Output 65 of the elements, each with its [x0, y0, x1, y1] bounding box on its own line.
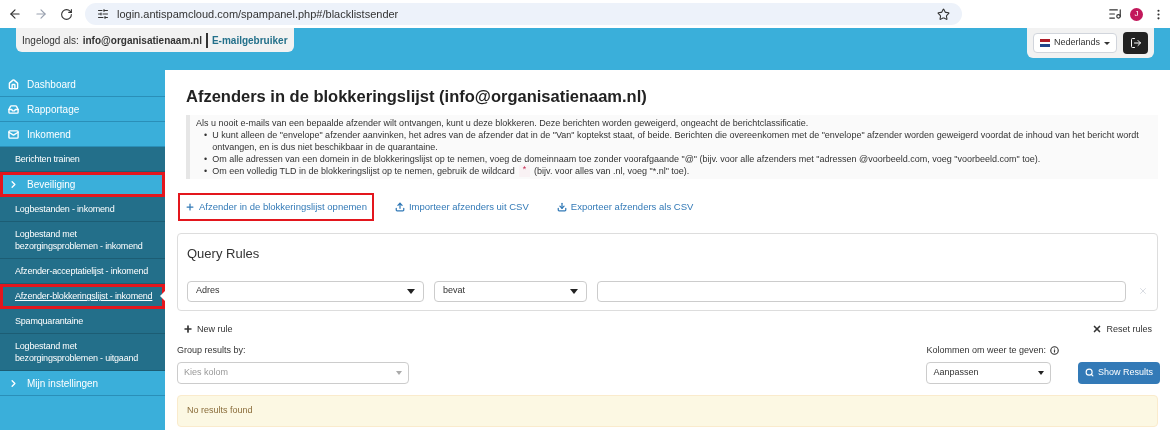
logout-button[interactable] [1123, 32, 1148, 54]
sidebar-item[interactable]: Afzender-acceptatielijst - inkomend [0, 259, 165, 284]
bookmark-star-icon[interactable] [937, 7, 950, 21]
group-by-label: Group results by: [177, 344, 247, 357]
login-user: info@organisatienaam.nl [82, 32, 208, 48]
action-link[interactable]: Importeer afzenders uit CSV [389, 194, 534, 219]
wildcard-code: * [518, 164, 531, 177]
sidebar-item[interactable]: Afzender-blokkeringslijst - inkomend [0, 284, 165, 309]
sidebar-item[interactable]: Berichten trainen [0, 147, 165, 172]
caret-icon [1038, 370, 1045, 375]
columns-label: Kolommen om weer te geven: [926, 344, 1046, 357]
site-settings-icon[interactable] [97, 8, 109, 20]
logout-icon [1129, 37, 1142, 49]
info-bullet-suffix: (bijv. voor alles van .nl, voeg "*.nl" toe). [534, 164, 690, 177]
intro-text: Als u nooit e-mails van een bepaalde afzender wilt ontvangen, kunt u deze blokkeren. Deze berichten worden geweigerd, ongeacht de berichtclassificatie. [196, 116, 810, 129]
sidebar-item[interactable]: Logbestand met bezorgingsproblemen - uitgaand [0, 334, 165, 371]
plus-icon [183, 324, 193, 335]
query-title: Query Rules [187, 245, 261, 263]
operator-select[interactable]: bevat [434, 280, 587, 302]
group-by-select[interactable]: Kies kolom [177, 361, 409, 384]
login-label: Ingelogd als: [22, 33, 79, 48]
page-title: Afzenders in de blokkeringslijst (info@organisatienaam.nl) [186, 86, 648, 107]
upload-icon [394, 201, 405, 212]
no-results-alert: No results found [177, 394, 1158, 427]
info-bullet: Om een volledig TLD in de blokkeringslijst op te nemen, gebruik de wildcard [212, 164, 515, 177]
chevron-icon [8, 377, 19, 389]
sidebar-item[interactable]: Logbestand met bezorgingsproblemen - inkomend [0, 222, 165, 259]
language-dropdown[interactable]: Nederlands [1032, 33, 1117, 53]
reset-rules-button[interactable]: Reset rules [1092, 322, 1152, 336]
caret-icon [1104, 41, 1110, 45]
chevron-icon [8, 178, 19, 190]
caret-icon [570, 288, 578, 294]
back-icon[interactable] [8, 7, 22, 21]
info-bullet: Om alle adressen van een domein in de blokkeringslijst op te nemen, voeg de domeinnaam toe zonder voorafgaande "@" (bijv. voor alle afzenders met "adressen @voorbeeld.com, voeg "voorbeeld.com" toe). [212, 152, 1041, 165]
envelope-icon [8, 128, 19, 140]
action-link[interactable]: Afzender in de blokkeringslijst opnemen [180, 194, 372, 219]
action-link[interactable]: Exporteer afzenders als CSV [551, 194, 699, 219]
value-input[interactable] [597, 280, 1126, 302]
add-icon [185, 201, 195, 212]
sidebar-item[interactable]: Spamquarantaine [0, 309, 165, 334]
sidebar-item[interactable]: Logbestanden - inkomend [0, 197, 165, 222]
flag-icon [1039, 39, 1050, 47]
active-caret-icon [160, 291, 165, 301]
bullet-marker: • [204, 164, 208, 177]
show-results-button[interactable]: Show Results [1077, 361, 1160, 384]
search-icon [1084, 368, 1094, 377]
field-select[interactable]: Adres [187, 280, 424, 302]
bullet-marker: • [204, 128, 208, 142]
caret-icon [407, 288, 415, 294]
media-icon[interactable] [1108, 7, 1122, 21]
close-icon [1092, 324, 1103, 335]
info-bullet: U kunt alleen de "envelope" afzender aanvinken, het adres van de afzender dat in de "Van" koptekst staat, of beide. Berichten die overeenkomen met de "envelope" afzender worden geweigerd voordat de inhoud van het bericht wordt ontvangen, en is dus niet beschikbaar in de quarantaine. [212, 128, 1140, 153]
info-icon [1049, 346, 1059, 356]
bullet-marker: • [204, 152, 208, 165]
address-bar[interactable]: login.antispamcloud.com/spampanel.php#/blacklistsender [85, 3, 962, 25]
home-icon [8, 78, 19, 90]
columns-select[interactable]: Aanpassen [926, 361, 1052, 384]
login-role: E-mailgebruiker [211, 33, 288, 48]
reload-icon[interactable] [60, 7, 73, 21]
url-text: login.antispamcloud.com/spampanel.php#/blacklistsender [117, 6, 399, 22]
profile-avatar[interactable]: J [1130, 7, 1143, 21]
caret-icon [396, 370, 402, 375]
inbox-icon [8, 103, 19, 115]
new-rule-button[interactable]: New rule [183, 322, 233, 336]
download-icon [556, 201, 567, 212]
